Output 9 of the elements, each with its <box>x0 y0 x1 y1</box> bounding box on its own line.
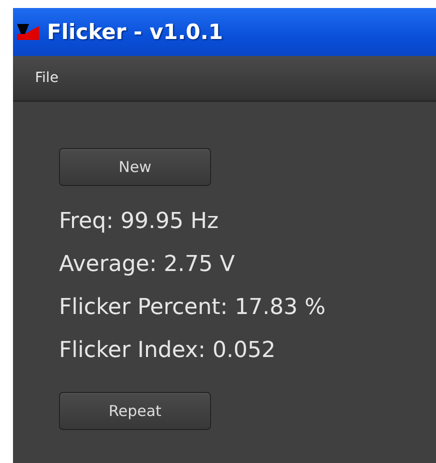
repeat-button[interactable]: Repeat <box>59 392 211 430</box>
app-logo-icon <box>17 24 39 40</box>
reading-text: Freq: 99.95 Hz <box>59 208 220 236</box>
window-title: Flicker - v1.0.1 <box>47 20 224 44</box>
reading-text: Flicker Percent: 17.83 % <box>59 294 326 322</box>
menu-item[interactable]: File <box>35 70 58 86</box>
new-button[interactable]: New <box>59 148 211 186</box>
reading-text: Flicker Index: 0.052 <box>59 337 276 365</box>
reading-text: Average: 2.75 V <box>59 251 236 279</box>
